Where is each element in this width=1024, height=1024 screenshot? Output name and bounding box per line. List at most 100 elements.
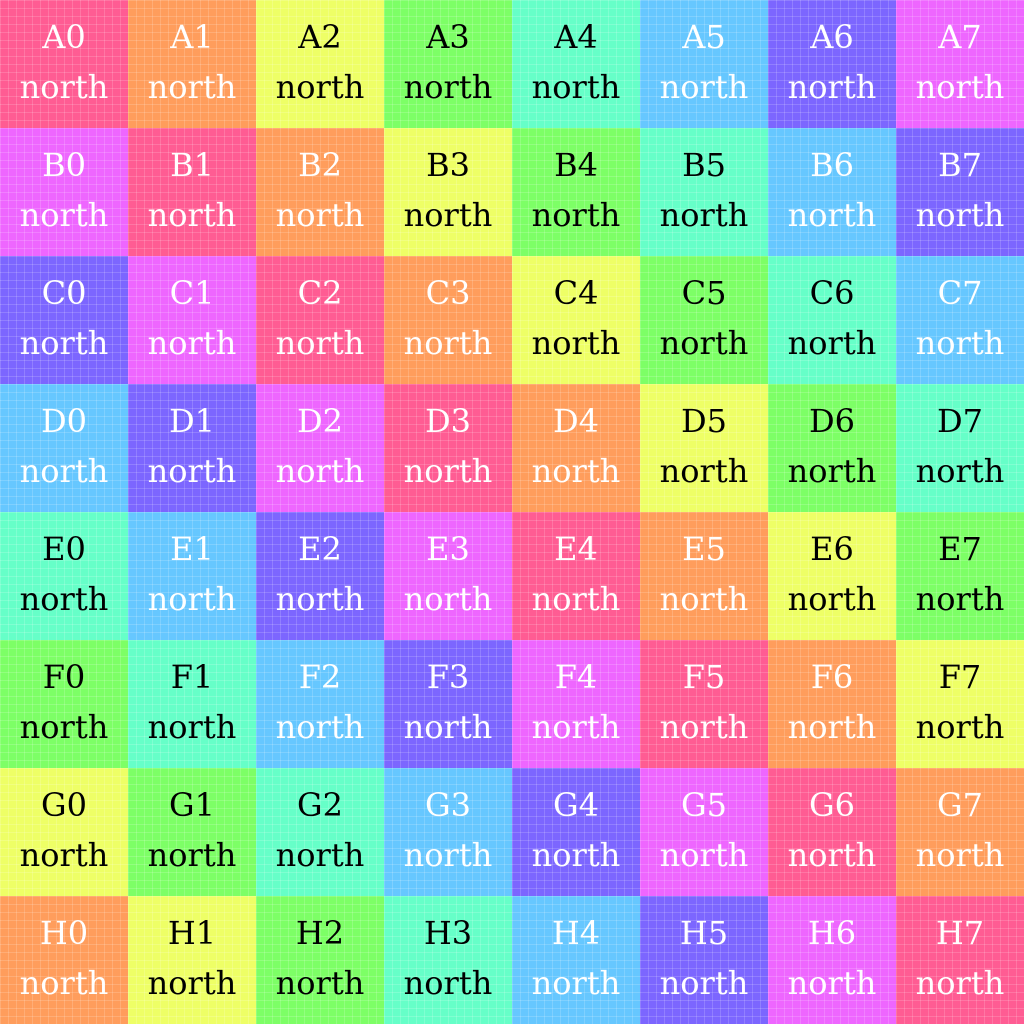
grid-cell: F0 north [0,640,128,768]
cell-direction: north [275,836,365,874]
cell-label: C0 [41,274,87,312]
cell-direction: north [403,964,493,1002]
grid-cell: E5 north [640,512,768,640]
cell-label: C5 [681,274,727,312]
grid-cell: C3 north [384,256,512,384]
cell-direction: north [531,196,621,234]
cell-direction: north [275,196,365,234]
grid-cell: E3 north [384,512,512,640]
grid-cell: G3 north [384,768,512,896]
grid-cell: B2 north [256,128,384,256]
cell-direction: north [403,452,493,490]
grid-cell: B5 north [640,128,768,256]
cell-direction: north [531,452,621,490]
cell-label: E4 [554,530,598,568]
grid-cell: H1 north [128,896,256,1024]
cell-direction: north [147,452,237,490]
grid-cell: E0 north [0,512,128,640]
grid-cell: B0 north [0,128,128,256]
cell-label: F1 [170,658,214,696]
cell-label: E2 [298,530,342,568]
cell-label: B2 [298,146,342,184]
cell-label: H6 [807,914,857,952]
cell-direction: north [787,196,877,234]
grid-cell: B4 north [512,128,640,256]
grid-cell: H0 north [0,896,128,1024]
cell-label: H5 [679,914,729,952]
cell-direction: north [19,836,109,874]
cell-label: C7 [937,274,983,312]
cell-direction: north [659,964,749,1002]
cell-label: F6 [810,658,854,696]
grid-cell: G6 north [768,768,896,896]
cell-direction: north [915,196,1005,234]
grid-cell: B6 north [768,128,896,256]
cell-direction: north [531,836,621,874]
cell-label: H7 [935,914,985,952]
cell-direction: north [403,580,493,618]
cell-direction: north [275,580,365,618]
cell-direction: north [403,68,493,106]
grid-cell: A7 north [896,0,1024,128]
cell-direction: north [147,580,237,618]
cell-label: F4 [554,658,598,696]
cell-label: A5 [682,18,726,56]
grid-cell: C6 north [768,256,896,384]
grid-cell: H6 north [768,896,896,1024]
cell-direction: north [787,68,877,106]
grid-cell: B1 north [128,128,256,256]
cell-direction: north [787,964,877,1002]
cell-label: B0 [42,146,86,184]
cell-label: F5 [682,658,726,696]
cell-label: C1 [169,274,215,312]
cell-direction: north [147,708,237,746]
cell-direction: north [147,836,237,874]
cell-direction: north [147,196,237,234]
cell-direction: north [19,68,109,106]
grid-cell: A0 north [0,0,128,128]
cell-label: G4 [553,786,599,824]
cell-direction: north [915,452,1005,490]
cell-label: F3 [426,658,470,696]
cell-direction: north [787,836,877,874]
cell-label: D2 [296,402,343,440]
grid-cell: H4 north [512,896,640,1024]
grid-cell: D7 north [896,384,1024,512]
grid-cell: B7 north [896,128,1024,256]
grid-cell: E1 north [128,512,256,640]
cell-direction: north [659,196,749,234]
grid-cell: D6 north [768,384,896,512]
grid-cell: D4 north [512,384,640,512]
grid-cell: C2 north [256,256,384,384]
grid-cell: C4 north [512,256,640,384]
grid-cell: E7 north [896,512,1024,640]
cell-label: F7 [938,658,982,696]
grid-cell: F3 north [384,640,512,768]
grid-cell: H7 north [896,896,1024,1024]
cell-direction: north [275,708,365,746]
grid-cell: F7 north [896,640,1024,768]
cell-label: D4 [552,402,599,440]
grid-cell: A5 north [640,0,768,128]
cell-direction: north [403,708,493,746]
cell-direction: north [787,580,877,618]
cell-label: A3 [426,18,470,56]
cell-label: G6 [809,786,855,824]
grid-cell: E6 north [768,512,896,640]
cell-label: D3 [424,402,471,440]
cell-direction: north [147,324,237,362]
cell-direction: north [403,196,493,234]
cell-label: B7 [938,146,982,184]
cell-direction: north [19,708,109,746]
cell-direction: north [531,580,621,618]
cell-label: A1 [170,18,214,56]
cell-direction: north [275,452,365,490]
tile-grid: A0 north A1 north A2 north A3 north A4 north A5 nor… [0,0,1024,1024]
grid-cell: A1 north [128,0,256,128]
grid-cell: C7 north [896,256,1024,384]
cell-label: E7 [938,530,982,568]
grid-cell: G0 north [0,768,128,896]
cell-direction: north [19,196,109,234]
cell-label: G7 [937,786,983,824]
cell-direction: north [403,324,493,362]
